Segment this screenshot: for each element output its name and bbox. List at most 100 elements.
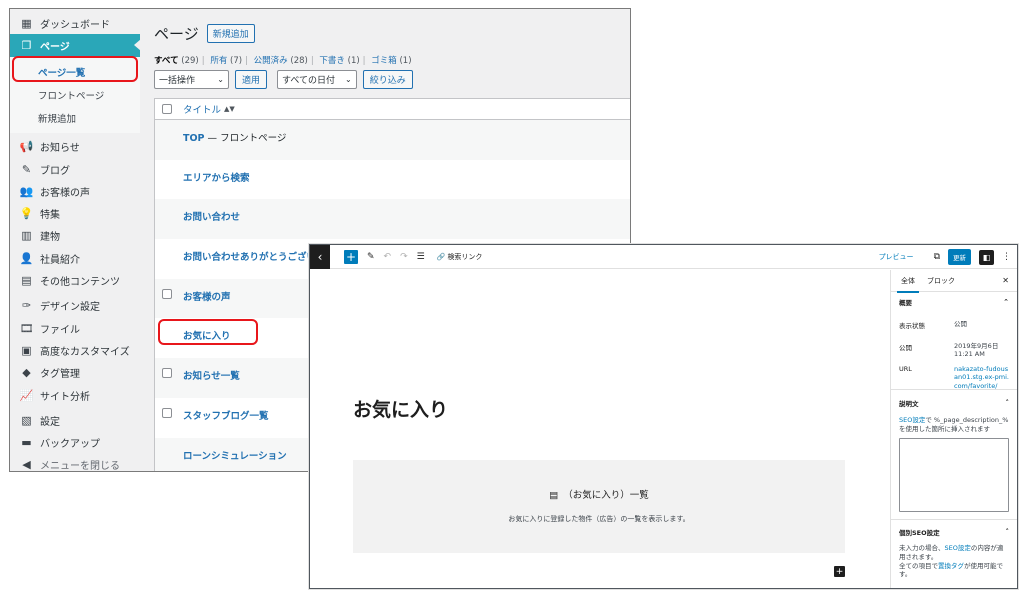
favorites-list-block[interactable]: ▤ （お気に入り）一覧 お気に入りに登録した物件（広告）の一覧を表示します。	[353, 460, 845, 553]
filter-button[interactable]: 絞り込み	[362, 70, 413, 89]
chevron-up-icon: ⌃	[1003, 298, 1009, 306]
post-title[interactable]: お気に入り	[353, 395, 448, 422]
submenu-front-page[interactable]: フロントページ	[10, 84, 140, 107]
code-icon: ▣	[21, 343, 32, 357]
close-icon[interactable]: ✕	[1002, 276, 1009, 285]
chart-icon: 📈	[19, 388, 34, 402]
date-filter-select[interactable]: すべての日付 ⌄	[277, 70, 357, 89]
visibility-value[interactable]: 公開	[954, 320, 967, 330]
row-title-link[interactable]: お問い合わせ	[183, 209, 240, 223]
redo-icon[interactable]: ↷	[400, 252, 408, 262]
description-panel-toggle[interactable]: 説明文 ˄	[891, 390, 1017, 416]
tab-block[interactable]: ブロック	[927, 276, 955, 286]
seo-settings-link-2[interactable]: SEO設定	[945, 544, 971, 552]
editor-toolbar: ‹ + ✎ ↶ ↷ ☰ 🔗 検索リンク プレビュー ⧉ 更新 ◧ ⋮	[310, 245, 1017, 269]
appearance-brush-icon: ✑	[21, 299, 32, 313]
preview-button[interactable]: プレビュー	[879, 252, 914, 262]
sidebar-item-advanced[interactable]: ▣ 高度なカスタマイズ	[10, 339, 140, 361]
settings-sidebar-icon[interactable]: ◧	[979, 249, 994, 265]
sidebar-item-settings[interactable]: ▧ 設定	[10, 409, 140, 431]
chevron-up-icon: ˄	[1005, 528, 1010, 536]
row-title-link[interactable]: ローンシミュレーション	[183, 448, 287, 462]
seo-panel: 個別SEO設定 ˄ 未入力の場合、SEO設定の内容が適用されます。 全ての項目で置…	[891, 520, 1017, 579]
filter-bar: 一括操作 ⌄ 適用 すべての日付 ⌄ 絞り込み	[154, 70, 413, 89]
sort-icon[interactable]: ▲▼	[224, 105, 235, 113]
dashboard-icon: ▦	[21, 16, 32, 30]
sidebar-item-tags[interactable]: ◆ タグ管理	[10, 362, 140, 384]
pencil-icon[interactable]: ✎	[367, 252, 375, 262]
sidebar-item-analytics[interactable]: 📈 サイト分析	[10, 384, 140, 406]
sidebar-item-other-content[interactable]: ▤ その他コンテンツ	[10, 269, 140, 291]
row-title-link-favorites[interactable]: お気に入り	[183, 328, 231, 342]
row-checkbox[interactable]	[162, 288, 172, 299]
editor-canvas: お気に入り ▤ （お気に入り）一覧 お気に入りに登録した物件（広告）の一覧を表示し…	[310, 270, 890, 588]
sidebar-collapse-menu[interactable]: ◀ メニューを閉じる	[10, 454, 140, 471]
row-title-link[interactable]: TOP — フロントページ	[183, 130, 286, 144]
sidebar-item-staff[interactable]: 👤 社員紹介	[10, 247, 140, 269]
block-title: （お気に入り）一覧	[563, 490, 649, 501]
summary-panel: 概要 ⌃ 表示状態 公開 公開 2019年9月6日 11:21 AM URL nakaz…	[891, 292, 1017, 390]
archive-icon: ▬	[21, 436, 32, 450]
sidebar-item-buildings[interactable]: ▥ 建物	[10, 225, 140, 247]
url-label: URL	[899, 364, 912, 373]
sidebar-item-features[interactable]: 💡 特集	[10, 202, 140, 224]
view-trash[interactable]: ゴミ箱	[371, 56, 397, 66]
back-icon[interactable]: ‹	[310, 245, 330, 269]
settings-icon: ▧	[21, 413, 32, 427]
select-all-checkbox[interactable]	[162, 104, 172, 114]
add-block-button[interactable]: +	[344, 249, 358, 264]
view-all[interactable]: すべて	[154, 56, 179, 66]
seo-help: 未入力の場合、SEO設定の内容が適用されます。 全ての項目で置換タグが使用可能で…	[899, 544, 1004, 579]
update-button[interactable]: 更新	[948, 249, 971, 265]
submenu-all-pages[interactable]: ページ一覧	[10, 61, 140, 84]
row-title-link[interactable]: お知らせ一覧	[183, 368, 240, 382]
sidebar-item-design[interactable]: ✑ デザイン設定	[10, 295, 140, 317]
more-options-icon[interactable]: ⋮	[1002, 252, 1011, 262]
seo-panel-toggle[interactable]: 個別SEO設定 ˄	[891, 520, 1017, 544]
sidebar-item-pages[interactable]: ❐ ページ	[10, 34, 141, 57]
column-title[interactable]: タイトル	[183, 102, 221, 116]
sidebar-item-blog[interactable]: ✎ ブログ	[10, 158, 140, 180]
row-title-link[interactable]: お客様の声	[183, 289, 231, 303]
block-inserter-icon[interactable]: +	[834, 566, 845, 577]
chevron-down-icon: ⌄	[217, 75, 224, 84]
editor-settings-sidebar: 全体 ブロック ✕ 概要 ⌃ 表示状態 公開 公開 2019年9月6日 11:21 A…	[890, 270, 1017, 588]
media-icon: 🎞	[19, 321, 34, 335]
row-checkbox[interactable]	[162, 407, 172, 418]
sidebar-item-testimonials[interactable]: 👥 お客様の声	[10, 180, 140, 202]
add-new-button[interactable]: 新規追加	[206, 24, 255, 43]
replace-tags-link[interactable]: 置換タグ	[938, 562, 964, 570]
publish-date[interactable]: 2019年9月6日 11:21 AM	[954, 342, 1006, 359]
view-published[interactable]: 公開済み	[254, 56, 288, 66]
view-mine[interactable]: 所有	[210, 56, 227, 66]
row-title-link[interactable]: スタッフブログ一覧	[183, 408, 269, 422]
description-panel: 説明文 ˄ SEO設定で %_page_description_% を使用した箇所…	[891, 390, 1017, 520]
row-title-link[interactable]: お問い合わせありがとうござい	[183, 249, 316, 263]
sidebar-item-backup[interactable]: ▬ バックアップ	[10, 431, 140, 453]
apply-button[interactable]: 適用	[235, 70, 268, 89]
sidebar-item-files[interactable]: 🎞 ファイル	[10, 317, 140, 339]
table-row: お問い合わせ	[155, 199, 630, 240]
undo-icon[interactable]: ↶	[384, 252, 392, 262]
external-link-icon[interactable]: ⧉	[934, 252, 940, 262]
description-textarea[interactable]	[899, 437, 1009, 512]
row-title-link[interactable]: エリアから検索	[183, 170, 250, 184]
submenu-add-new[interactable]: 新規追加	[10, 107, 140, 130]
bulk-action-select[interactable]: 一括操作 ⌄	[154, 70, 229, 89]
list-view-icon[interactable]: ☰	[417, 252, 425, 262]
tab-document[interactable]: 全体	[897, 276, 919, 293]
status-views: すべて (29) | 所有 (7) | 公開済み (28) | 下書き (1) | ゴミ…	[154, 56, 412, 66]
sidebar-item-dashboard[interactable]: ▦ ダッシュボード	[10, 12, 140, 34]
tag-icon: ◆	[22, 366, 31, 380]
table-row: エリアから検索	[155, 160, 630, 200]
row-checkbox[interactable]	[162, 368, 172, 379]
seo-link-button[interactable]: 🔗 検索リンク	[437, 252, 483, 262]
admin-sidebar: ▦ ダッシュボード ❐ ページ ページ一覧 フロントページ 新規追加 📢 お知らせ ✎…	[10, 9, 141, 471]
summary-panel-toggle[interactable]: 概要 ⌃	[891, 292, 1017, 312]
seo-settings-link[interactable]: SEO設定	[899, 416, 925, 424]
table-header: タイトル ▲▼	[155, 99, 630, 120]
sidebar-item-news[interactable]: 📢 お知らせ	[10, 136, 140, 158]
table-row: TOP — フロントページ	[155, 120, 630, 160]
permalink[interactable]: nakazato-fudousan01.stg.ex-pmi.com/favor…	[954, 365, 1009, 390]
view-drafts[interactable]: 下書き	[319, 56, 345, 66]
